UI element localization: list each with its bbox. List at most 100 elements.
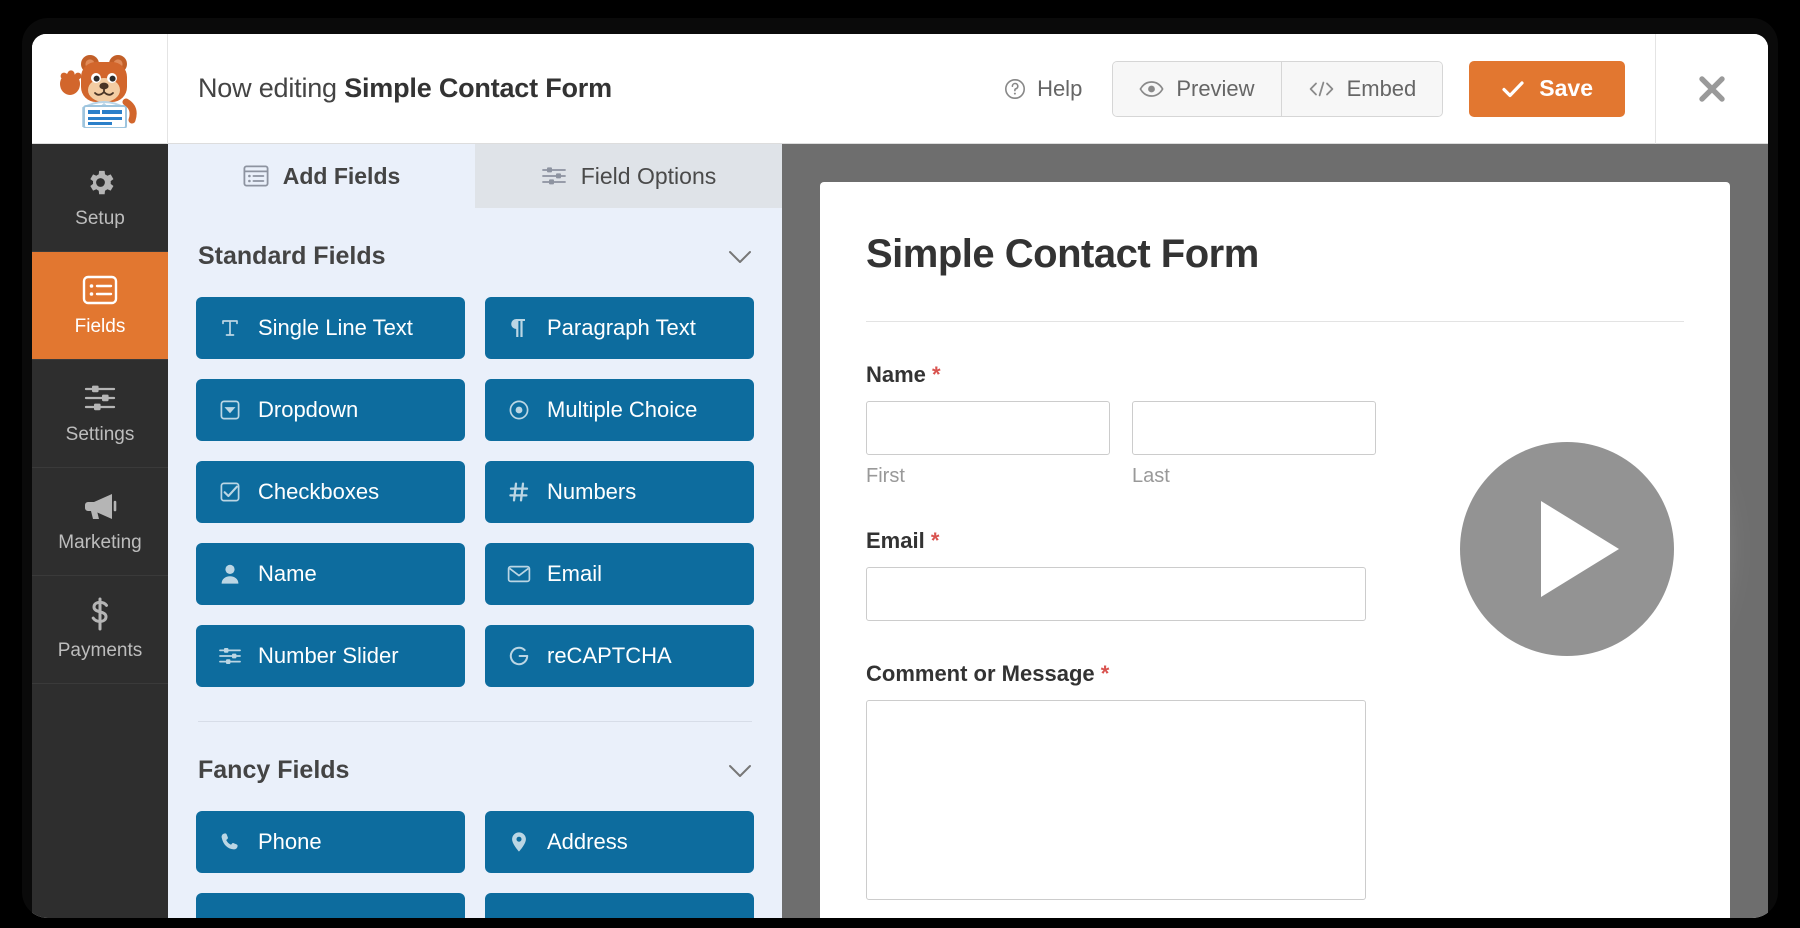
builder-header: Now editing Simple Contact Form Help Pre… (32, 34, 1768, 144)
field-button-paragraph-text[interactable]: Paragraph Text (485, 297, 754, 359)
sidebar-item-label: Setup (75, 208, 125, 229)
field-button-label: Number Slider (258, 643, 399, 668)
required-asterisk: * (930, 528, 940, 553)
field-button-label: Multiple Choice (547, 397, 698, 422)
device-frame: Now editing Simple Contact Form Help Pre… (22, 18, 1778, 918)
envelope-icon (507, 564, 531, 584)
field-button-label: Phone (258, 829, 322, 854)
save-label: Save (1539, 75, 1593, 101)
list-icon (82, 273, 118, 307)
preview-embed-group: Preview Embed (1112, 60, 1444, 117)
close-icon[interactable] (1690, 67, 1734, 111)
check-icon (1501, 79, 1525, 99)
save-button[interactable]: Save (1469, 60, 1625, 117)
gear-icon (84, 165, 117, 199)
dollar-icon (89, 597, 111, 631)
sidebar-item-setup[interactable]: Setup (32, 144, 168, 252)
section-header-fancy-fields[interactable]: Fancy Fields (196, 722, 754, 811)
sidebar-item-marketing[interactable]: Marketing (32, 468, 168, 576)
title-divider (866, 321, 1684, 322)
preview-label-text: Name (866, 362, 926, 387)
dropdown-icon (218, 399, 242, 421)
hash-icon (507, 481, 531, 503)
page-title: Now editing Simple Contact Form (198, 73, 612, 104)
sidebar-item-label: Payments (57, 640, 143, 661)
section-title: Fancy Fields (198, 756, 350, 784)
tab-field-options[interactable]: Field Options (475, 144, 782, 208)
field-button-label: Paragraph Text (547, 315, 696, 340)
builder-sidebar: Setup Fields Settings Marketing Payments (32, 144, 168, 918)
preview-form-title: Simple Contact Form (866, 232, 1259, 276)
first-name-input[interactable] (866, 401, 1110, 455)
field-button-label: Checkboxes (258, 479, 380, 504)
tab-label: Add Fields (282, 162, 401, 189)
field-button-label: Name (258, 561, 317, 586)
email-input[interactable] (866, 567, 1366, 621)
field-button-multiple-choice[interactable]: Multiple Choice (485, 379, 754, 441)
panel-tabs: Add Fields Field Options (168, 144, 782, 208)
chevron-down-icon (728, 250, 752, 264)
field-button-address[interactable]: Address (485, 811, 754, 873)
preview-label: Preview (1176, 75, 1255, 101)
preview-field-label: Comment or Message * (866, 661, 1684, 687)
help-label: Help (1037, 75, 1083, 101)
embed-label: Embed (1346, 75, 1417, 101)
preview-button[interactable]: Preview (1113, 61, 1281, 116)
panel-scroll-region[interactable]: Standard Fields Single Line Text Paragra… (168, 208, 782, 918)
field-button-partial-right[interactable] (485, 893, 754, 918)
code-brackets-icon (1308, 80, 1335, 98)
sidebar-item-payments[interactable]: Payments (32, 576, 168, 684)
help-button[interactable]: Help (1003, 76, 1082, 102)
radio-icon (507, 399, 531, 421)
first-name-sublabel: First (866, 465, 905, 487)
field-button-label: Dropdown (258, 397, 359, 422)
section-title: Standard Fields (198, 242, 386, 270)
name-last-column: Last (1132, 401, 1376, 488)
required-asterisk: * (932, 362, 941, 387)
add-fields-icon (243, 165, 269, 187)
tab-label: Field Options (580, 162, 717, 189)
field-button-dropdown[interactable]: Dropdown (196, 379, 465, 441)
section-header-standard-fields[interactable]: Standard Fields (196, 208, 754, 297)
sliders-icon (83, 381, 117, 415)
form-preview-area: Simple Contact Form Name * First Last Em… (782, 144, 1768, 918)
chevron-down-icon (728, 764, 752, 778)
field-button-name[interactable]: Name (196, 543, 465, 605)
field-button-partial-left[interactable] (196, 893, 465, 918)
field-button-email[interactable]: Email (485, 543, 754, 605)
last-name-input[interactable] (1132, 401, 1376, 455)
name-first-column: First (866, 401, 1110, 488)
sidebar-item-settings[interactable]: Settings (32, 360, 168, 468)
tab-add-fields[interactable]: Add Fields (168, 144, 475, 208)
sidebar-item-label: Settings (65, 424, 135, 445)
megaphone-icon (82, 489, 118, 523)
comment-textarea[interactable] (866, 700, 1366, 900)
field-button-numbers[interactable]: Numbers (485, 461, 754, 523)
header-actions: Help Preview Embed Save (1003, 34, 1768, 144)
field-button-label: Address (547, 829, 628, 854)
preview-field-comment[interactable]: Comment or Message * (866, 661, 1684, 900)
field-button-number-slider[interactable]: Number Slider (196, 625, 465, 687)
sidebar-item-fields[interactable]: Fields (32, 252, 168, 360)
checkbox-icon (218, 481, 242, 503)
embed-button[interactable]: Embed (1280, 61, 1443, 116)
add-fields-panel: Add Fields Field Options Standard Fields… (168, 144, 782, 918)
text-cursor-icon (218, 317, 242, 339)
field-button-single-line-text[interactable]: Single Line Text (196, 297, 465, 359)
field-button-phone[interactable]: Phone (196, 811, 465, 873)
field-button-label: reCAPTCHA (547, 643, 672, 668)
sidebar-item-label: Fields (74, 316, 126, 337)
sidebar-item-label: Marketing (58, 532, 142, 553)
field-button-recaptcha[interactable]: reCAPTCHA (485, 625, 754, 687)
editing-form-name: Simple Contact Form (344, 73, 612, 103)
last-name-sublabel: Last (1132, 465, 1170, 487)
field-button-checkboxes[interactable]: Checkboxes (196, 461, 465, 523)
preview-label-text: Email (866, 528, 925, 553)
editing-prefix: Now editing (198, 73, 345, 103)
question-circle-icon (1003, 77, 1027, 101)
play-button[interactable] (1460, 442, 1674, 656)
preview-label-text: Comment or Message (866, 661, 1095, 686)
pilcrow-icon (507, 317, 531, 339)
field-button-label: Numbers (547, 479, 637, 504)
builder-body: Setup Fields Settings Marketing Payments… (32, 144, 1768, 918)
